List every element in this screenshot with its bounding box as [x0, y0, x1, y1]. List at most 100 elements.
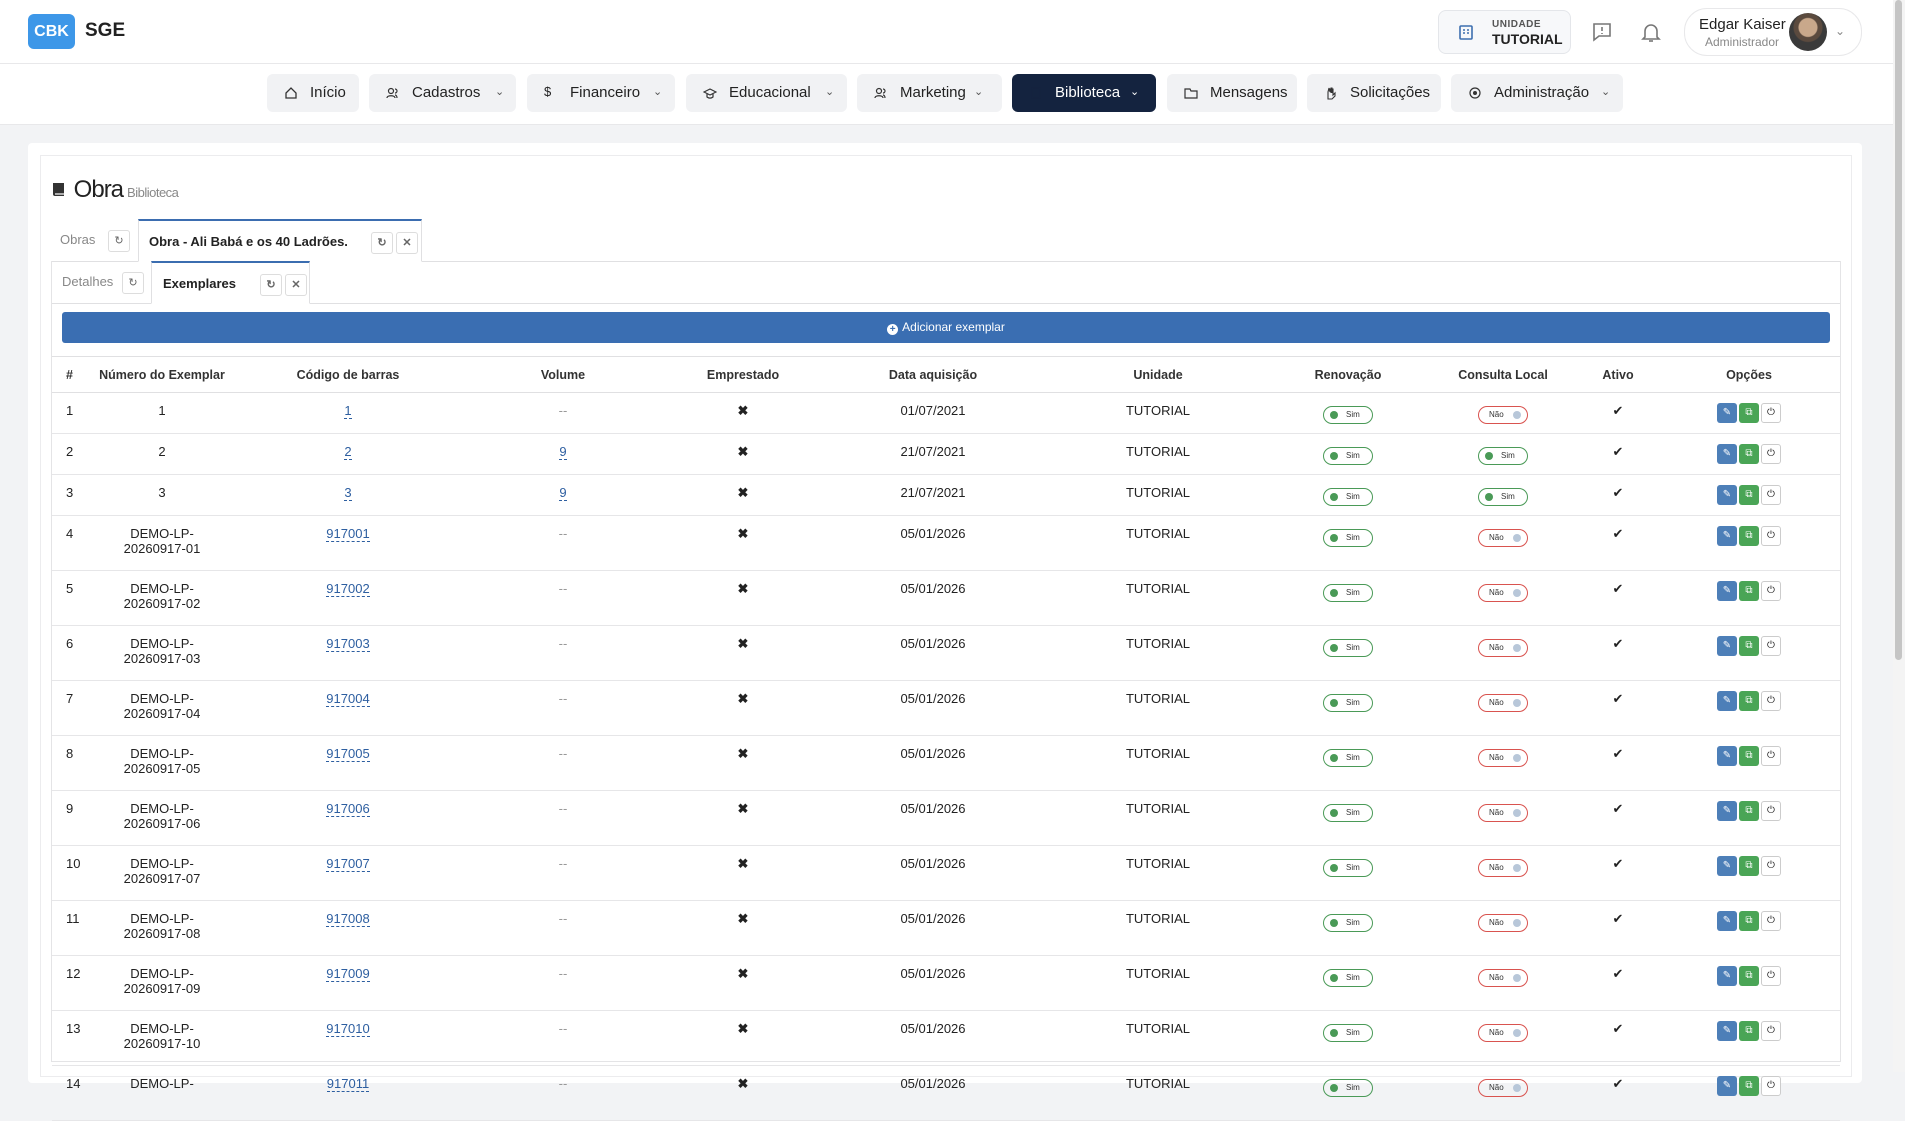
consulta-toggle[interactable]: Não	[1478, 1024, 1528, 1042]
renovacao-toggle[interactable]: Sim	[1323, 1079, 1373, 1097]
close-icon[interactable]: ✕	[396, 232, 418, 254]
consulta-toggle[interactable]: Sim	[1478, 488, 1528, 506]
copy-button[interactable]: ⧉	[1739, 746, 1759, 766]
copy-button[interactable]: ⧉	[1739, 403, 1759, 423]
edit-button[interactable]: ✎	[1717, 403, 1737, 423]
renovacao-toggle[interactable]: Sim	[1323, 749, 1373, 767]
consulta-toggle[interactable]: Não	[1478, 859, 1528, 877]
add-exemplar-button[interactable]: + Adicionar exemplar	[62, 312, 1830, 343]
power-button[interactable]: ⏻	[1761, 581, 1781, 601]
consulta-toggle[interactable]: Não	[1478, 584, 1528, 602]
consulta-toggle[interactable]: Não	[1478, 639, 1528, 657]
renovacao-toggle[interactable]: Sim	[1323, 804, 1373, 822]
barcode-link[interactable]: 917010	[326, 1021, 370, 1037]
consulta-toggle[interactable]: Sim	[1478, 447, 1528, 465]
nav-item-marketing[interactable]: Marketing ⌄	[857, 74, 1002, 112]
page-scrollbar[interactable]	[1893, 0, 1905, 1072]
refresh-icon[interactable]: ↻	[260, 274, 282, 296]
edit-button[interactable]: ✎	[1717, 1021, 1737, 1041]
edit-button[interactable]: ✎	[1717, 485, 1737, 505]
edit-button[interactable]: ✎	[1717, 911, 1737, 931]
copy-button[interactable]: ⧉	[1739, 1076, 1759, 1096]
renovacao-toggle[interactable]: Sim	[1323, 859, 1373, 877]
barcode-link[interactable]: 1	[344, 403, 352, 419]
copy-button[interactable]: ⧉	[1739, 636, 1759, 656]
edit-button[interactable]: ✎	[1717, 746, 1737, 766]
edit-button[interactable]: ✎	[1717, 1076, 1737, 1096]
power-button[interactable]: ⏻	[1761, 966, 1781, 986]
power-button[interactable]: ⏻	[1761, 691, 1781, 711]
chat-icon[interactable]	[1590, 20, 1614, 44]
renovacao-toggle[interactable]: Sim	[1323, 529, 1373, 547]
column-header[interactable]: Emprestado	[668, 356, 818, 393]
renovacao-toggle[interactable]: Sim	[1323, 639, 1373, 657]
edit-button[interactable]: ✎	[1717, 581, 1737, 601]
volume-value[interactable]: 9	[559, 485, 567, 501]
edit-button[interactable]: ✎	[1717, 526, 1737, 546]
copy-button[interactable]: ⧉	[1739, 526, 1759, 546]
power-button[interactable]: ⏻	[1761, 856, 1781, 876]
power-button[interactable]: ⏻	[1761, 1076, 1781, 1096]
refresh-icon[interactable]: ↻	[371, 232, 393, 254]
barcode-link[interactable]: 3	[344, 485, 352, 501]
copy-button[interactable]: ⧉	[1739, 581, 1759, 601]
column-header[interactable]: Código de barras	[238, 356, 458, 393]
scrollbar-thumb[interactable]	[1895, 0, 1902, 660]
refresh-icon[interactable]: ↻	[122, 272, 144, 294]
barcode-link[interactable]: 917007	[326, 856, 370, 872]
renovacao-toggle[interactable]: Sim	[1323, 914, 1373, 932]
power-button[interactable]: ⏻	[1761, 444, 1781, 464]
renovacao-toggle[interactable]: Sim	[1323, 694, 1373, 712]
consulta-toggle[interactable]: Não	[1478, 529, 1528, 547]
renovacao-toggle[interactable]: Sim	[1323, 447, 1373, 465]
close-icon[interactable]: ✕	[285, 274, 307, 296]
column-header[interactable]: Número do Exemplar	[86, 356, 238, 393]
barcode-link[interactable]: 917002	[326, 581, 370, 597]
consulta-toggle[interactable]: Não	[1478, 969, 1528, 987]
barcode-link[interactable]: 917001	[326, 526, 370, 542]
tab-obras[interactable]: Obras ↻	[51, 219, 137, 260]
nav-item-administracao[interactable]: Administração ⌄	[1451, 74, 1623, 112]
copy-button[interactable]: ⧉	[1739, 1021, 1759, 1041]
consulta-toggle[interactable]: Não	[1478, 1079, 1528, 1097]
renovacao-toggle[interactable]: Sim	[1323, 1024, 1373, 1042]
tab-detalhes[interactable]: Detalhes ↻	[52, 261, 150, 302]
consulta-toggle[interactable]: Não	[1478, 749, 1528, 767]
copy-button[interactable]: ⧉	[1739, 444, 1759, 464]
column-header[interactable]: Unidade	[1048, 356, 1268, 393]
nav-item-educacional[interactable]: Educacional ⌄	[686, 74, 847, 112]
power-button[interactable]: ⏻	[1761, 485, 1781, 505]
power-button[interactable]: ⏻	[1761, 526, 1781, 546]
copy-button[interactable]: ⧉	[1739, 911, 1759, 931]
column-header[interactable]: Data aquisição	[818, 356, 1048, 393]
column-header[interactable]: #	[52, 356, 86, 393]
copy-button[interactable]: ⧉	[1739, 966, 1759, 986]
brand-logo[interactable]: CBK	[28, 14, 75, 49]
unit-selector[interactable]: UNIDADE TUTORIAL	[1438, 10, 1571, 54]
consulta-toggle[interactable]: Não	[1478, 406, 1528, 424]
renovacao-toggle[interactable]: Sim	[1323, 406, 1373, 424]
consulta-toggle[interactable]: Não	[1478, 804, 1528, 822]
nav-item-inicio[interactable]: Início	[267, 74, 359, 112]
nav-item-cadastros[interactable]: Cadastros ⌄	[369, 74, 516, 112]
edit-button[interactable]: ✎	[1717, 691, 1737, 711]
renovacao-toggle[interactable]: Sim	[1323, 969, 1373, 987]
user-menu[interactable]: Edgar Kaiser Administrador ⌄	[1684, 8, 1862, 56]
power-button[interactable]: ⏻	[1761, 636, 1781, 656]
power-button[interactable]: ⏻	[1761, 746, 1781, 766]
barcode-link[interactable]: 917011	[326, 1076, 370, 1092]
tab-obra-detail[interactable]: Obra - Ali Babá e os 40 Ladrões. ↻ ✕	[138, 219, 422, 262]
tab-exemplares[interactable]: Exemplares ↻ ✕	[151, 261, 310, 304]
edit-button[interactable]: ✎	[1717, 444, 1737, 464]
edit-button[interactable]: ✎	[1717, 636, 1737, 656]
refresh-icon[interactable]: ↻	[108, 230, 130, 252]
column-header[interactable]: Volume	[458, 356, 668, 393]
bell-icon[interactable]	[1639, 20, 1663, 44]
power-button[interactable]: ⏻	[1761, 801, 1781, 821]
copy-button[interactable]: ⧉	[1739, 856, 1759, 876]
edit-button[interactable]: ✎	[1717, 966, 1737, 986]
nav-item-solicitacoes[interactable]: Solicitações	[1307, 74, 1441, 112]
nav-item-financeiro[interactable]: $ Financeiro ⌄	[527, 74, 675, 112]
volume-value[interactable]: 9	[559, 444, 567, 460]
column-header[interactable]: Renovação	[1268, 356, 1428, 393]
